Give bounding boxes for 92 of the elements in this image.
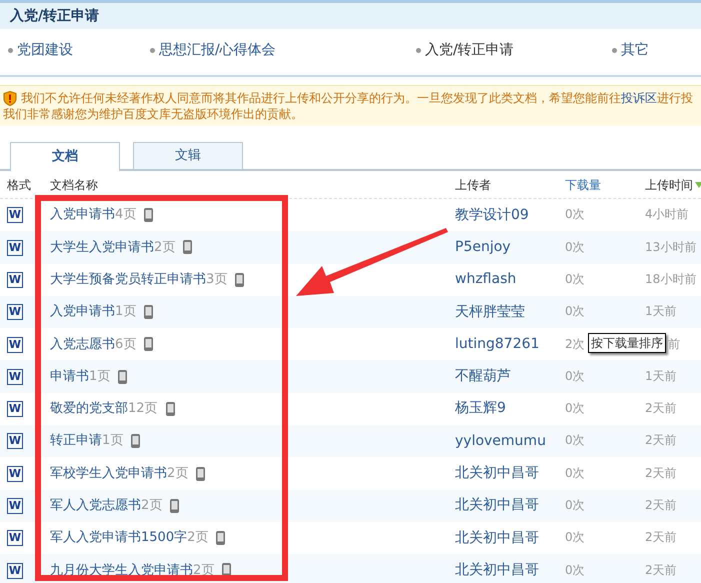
upload-time: 2天前	[645, 562, 677, 577]
word-format-icon: W	[7, 336, 23, 353]
upload-time: 2天前	[645, 401, 677, 416]
download-count: 0次	[565, 401, 585, 416]
phone-icon	[216, 531, 226, 546]
category-link[interactable]: 入党/转正申请	[425, 40, 514, 61]
document-title-link[interactable]: 敬爱的党支部12页	[50, 399, 158, 419]
word-format-icon: W	[7, 207, 23, 224]
document-title-link[interactable]: 军人入党申请书1500字2页	[50, 528, 208, 548]
download-count: 0次	[565, 562, 585, 577]
phone-icon	[183, 240, 192, 254]
warning-shield-icon	[3, 90, 17, 106]
uploader-link[interactable]: 北关初中昌哥	[455, 497, 539, 514]
bullet-icon	[150, 48, 155, 53]
category-link[interactable]: 其它	[621, 40, 649, 61]
uploader-link[interactable]: 北关初中昌哥	[455, 530, 539, 546]
phone-icon	[196, 466, 206, 481]
category-link[interactable]: 思想汇报/心得体会	[159, 40, 276, 61]
notice-text: 我们非常感谢您为维护百度文库无盗版环境作出的贡献。	[3, 106, 304, 122]
uploader-link[interactable]: 北关初中昌哥	[455, 465, 539, 482]
bullet-icon	[416, 48, 421, 53]
uploader-link[interactable]: 杨玉辉9	[455, 400, 506, 416]
word-format-icon: W	[7, 562, 23, 579]
document-title-link[interactable]: 入党志愿书6页	[50, 334, 136, 354]
word-format-icon: W	[7, 530, 23, 546]
word-format-icon: W	[7, 433, 23, 450]
tooltip: 按下载量排序	[588, 333, 666, 353]
document-title-link[interactable]: 转正申请1页	[50, 431, 124, 451]
phone-icon	[144, 305, 154, 320]
phone-icon	[170, 498, 180, 513]
notice-text: 我们不允许任何未经著作权人同意而将其作品进行上传和公开分享的行为。一旦您发现了此类文档，希望您能前往投诉区进行投	[21, 90, 693, 106]
document-title-link[interactable]: 入党申请书4页	[50, 205, 136, 225]
bullet-icon	[8, 48, 13, 53]
word-format-icon: W	[7, 498, 23, 514]
phone-icon	[131, 434, 140, 448]
upload-time: 1天前	[645, 304, 677, 318]
download-count: 0次	[565, 498, 585, 512]
document-title-link[interactable]: 大学生预备党员转正申请书3页	[50, 270, 228, 290]
upload-time: 18小时前	[645, 272, 696, 286]
uploader-link[interactable]: whzflash	[455, 271, 516, 288]
column-header: 格式	[7, 176, 31, 194]
column-header[interactable]: 上传者	[455, 176, 491, 194]
uploader-link[interactable]: 不醒葫芦	[455, 368, 511, 384]
phone-icon	[235, 272, 244, 287]
document-title-link[interactable]: 大学生入党申请书2页	[50, 238, 176, 258]
word-format-icon: W	[7, 304, 23, 320]
word-format-icon: W	[7, 401, 23, 418]
document-title-link[interactable]: 军人入党志愿书2页	[50, 496, 162, 516]
download-count: 0次	[565, 272, 585, 286]
document-title-link[interactable]: 军校学生入党申请书2页	[50, 464, 188, 484]
column-header[interactable]: 下载量	[565, 176, 601, 194]
download-count: 0次	[565, 368, 585, 383]
upload-time: 2天前	[645, 530, 677, 544]
upload-time: 2天前	[645, 498, 677, 512]
download-count: 2次	[565, 336, 585, 351]
phone-icon	[166, 402, 175, 416]
bullet-icon	[612, 48, 617, 53]
uploader-link[interactable]: P5enjoy	[455, 238, 511, 255]
tab[interactable]: 文档	[10, 142, 120, 171]
column-header[interactable]: 上传时间	[645, 176, 693, 194]
phone-icon	[144, 208, 154, 222]
tab[interactable]: 文辑	[133, 142, 243, 169]
upload-time: 4小时前	[645, 207, 689, 222]
upload-time: 13小时前	[645, 240, 696, 254]
download-count: 0次	[565, 207, 585, 222]
uploader-link[interactable]: 北关初中昌哥	[455, 562, 539, 578]
uploader-link[interactable]: yylovemumu	[455, 432, 546, 449]
download-count: 0次	[565, 530, 585, 544]
upload-time: 前	[668, 336, 680, 351]
uploader-link[interactable]: 教学设计09	[455, 206, 529, 223]
word-format-icon: W	[7, 368, 23, 385]
phone-icon	[144, 337, 154, 352]
uploader-link[interactable]: 天枰胖莹莹	[455, 304, 525, 320]
sort-icon[interactable]	[695, 180, 701, 188]
category-link[interactable]: 党团建设	[17, 40, 73, 61]
document-title-link[interactable]: 入党申请书1页	[50, 302, 136, 322]
download-count: 0次	[565, 304, 585, 318]
upload-time: 2天前	[645, 466, 677, 480]
download-count: 0次	[565, 240, 585, 254]
complaint-link[interactable]: 投诉区	[621, 91, 657, 105]
upload-time: 1天前	[645, 368, 677, 383]
upload-time: 2天前	[645, 433, 677, 448]
phone-icon	[118, 370, 128, 384]
column-header: 文档名称	[50, 176, 98, 194]
section-title: 入党/转正申请	[0, 0, 701, 29]
document-title-link[interactable]: 申请书1页	[50, 366, 110, 386]
download-count: 0次	[565, 433, 585, 448]
uploader-link[interactable]: luting87261	[455, 336, 540, 352]
word-format-icon: W	[7, 240, 23, 256]
download-count: 0次	[565, 466, 585, 480]
word-format-icon: W	[7, 466, 23, 482]
word-format-icon: W	[7, 272, 23, 288]
